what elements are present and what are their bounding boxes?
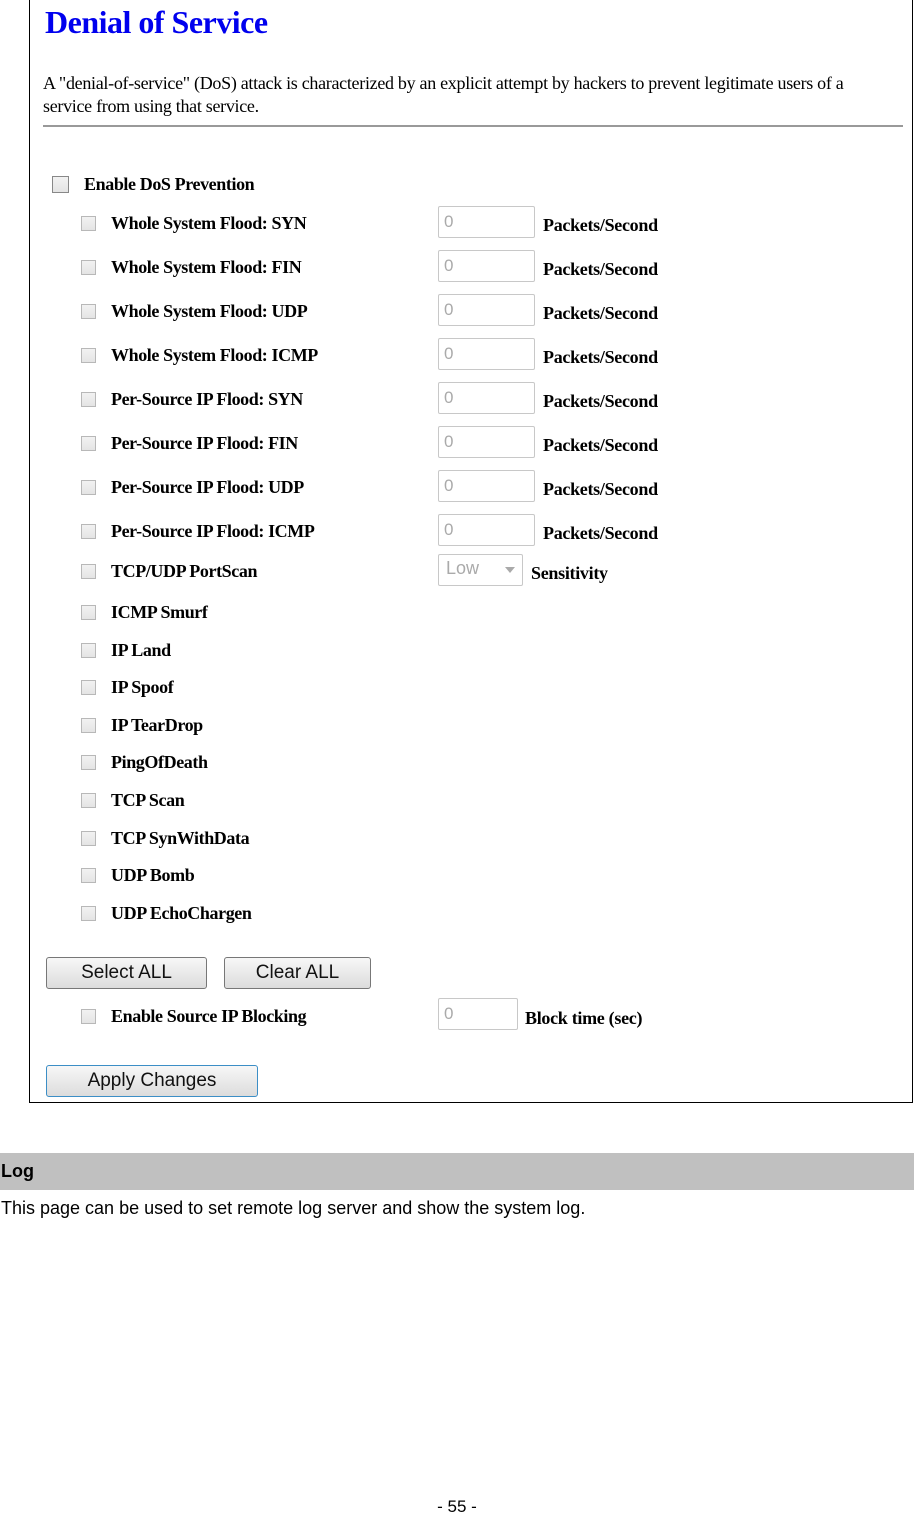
attack-label: IP TearDrop <box>111 714 203 735</box>
flood-checkbox[interactable] <box>81 524 96 539</box>
flood-row: Per-Source IP Flood: ICMP Packets/Second <box>30 514 910 548</box>
attack-row: IP Spoof <box>30 674 910 704</box>
attack-label: IP Spoof <box>111 677 174 698</box>
flood-threshold-input[interactable] <box>438 206 535 238</box>
source-ip-blocking-row: Enable Source IP Blocking Block time (se… <box>30 998 910 1033</box>
flood-row: Whole System Flood: FIN Packets/Second <box>30 250 910 284</box>
log-description: This page can be used to set remote log … <box>1 1198 586 1218</box>
attack-row: IP TearDrop <box>30 712 910 742</box>
flood-checkbox[interactable] <box>81 304 96 319</box>
flood-threshold-input[interactable] <box>438 250 535 282</box>
attack-label: UDP EchoChargen <box>111 902 252 923</box>
dos-screenshot: Denial of Service A "denial-of-service" … <box>29 0 913 1103</box>
flood-label: Whole System Flood: ICMP <box>111 345 318 365</box>
flood-row: Per-Source IP Flood: SYN Packets/Second <box>30 382 910 416</box>
flood-checkbox[interactable] <box>81 260 96 275</box>
enable-dos-label: Enable DoS Prevention <box>84 174 255 194</box>
attack-label: IP Land <box>111 639 171 660</box>
attack-label: UDP Bomb <box>111 865 195 886</box>
flood-label: Whole System Flood: SYN <box>111 213 307 233</box>
attack-label: ICMP Smurf <box>111 602 208 622</box>
flood-unit: Packets/Second <box>543 259 658 279</box>
flood-unit: Packets/Second <box>543 435 658 455</box>
portscan-row: TCP/UDP PortScan Low Sensitivity <box>30 554 910 588</box>
clear-all-button[interactable]: Clear ALL <box>224 957 371 989</box>
attack-checkbox[interactable] <box>81 868 96 884</box>
source-ip-blocking-checkbox[interactable] <box>81 1009 96 1024</box>
flood-unit: Packets/Second <box>543 479 658 499</box>
flood-checkbox[interactable] <box>81 348 96 363</box>
flood-label: Per-Source IP Flood: UDP <box>111 477 304 497</box>
flood-label: Per-Source IP Flood: SYN <box>111 389 303 409</box>
attack-row: UDP EchoChargen <box>30 900 910 930</box>
block-time-unit: Block time (sec) <box>525 1008 643 1028</box>
flood-unit: Packets/Second <box>543 303 658 323</box>
flood-threshold-input[interactable] <box>438 294 535 326</box>
flood-checkbox[interactable] <box>81 480 96 495</box>
flood-row: Per-Source IP Flood: UDP Packets/Second <box>30 470 910 504</box>
block-time-input[interactable] <box>438 998 518 1030</box>
flood-threshold-input[interactable] <box>438 382 535 414</box>
enable-dos-row: Enable DoS Prevention <box>30 172 910 202</box>
attack-checkbox[interactable] <box>81 642 96 658</box>
flood-row: Whole System Flood: ICMP Packets/Second <box>30 338 910 372</box>
select-all-button[interactable]: Select ALL <box>46 957 207 989</box>
attack-checkbox[interactable] <box>81 793 96 808</box>
flood-unit: Packets/Second <box>543 347 658 367</box>
source-ip-blocking-label: Enable Source IP Blocking <box>111 1006 307 1026</box>
flood-threshold-input[interactable] <box>438 338 535 370</box>
flood-unit: Packets/Second <box>543 215 658 235</box>
enable-dos-checkbox[interactable] <box>52 176 69 193</box>
attack-checkbox[interactable] <box>81 680 96 696</box>
apply-changes-button[interactable]: Apply Changes <box>46 1065 258 1097</box>
attack-label: TCP Scan <box>111 790 185 810</box>
log-section-header: Log <box>0 1153 914 1190</box>
attack-checkbox[interactable] <box>81 717 96 733</box>
sensitivity-value: Low <box>446 558 480 578</box>
flood-unit: Packets/Second <box>543 391 658 411</box>
attack-checkbox[interactable] <box>81 605 96 620</box>
flood-row: Whole System Flood: UDP Packets/Second <box>30 294 910 328</box>
sensitivity-label: Sensitivity <box>531 563 608 583</box>
chevron-down-icon <box>505 567 515 573</box>
flood-row: Whole System Flood: SYN Packets/Second <box>30 206 910 240</box>
divider <box>43 125 903 127</box>
dos-description: A "denial-of-service" (DoS) attack is ch… <box>43 73 844 116</box>
attack-label: PingOfDeath <box>111 752 208 773</box>
attack-row: PingOfDeath <box>30 749 910 779</box>
flood-unit: Packets/Second <box>543 523 658 543</box>
attack-checkbox[interactable] <box>81 905 96 921</box>
attack-row: ICMP Smurf <box>30 599 910 629</box>
page-number: - 55 - <box>437 1497 477 1516</box>
attack-row: TCP Scan <box>30 787 910 817</box>
sensitivity-select[interactable]: Low <box>438 554 523 586</box>
flood-checkbox[interactable] <box>81 436 96 451</box>
attack-checkbox[interactable] <box>81 830 96 846</box>
attack-row: IP Land <box>30 637 910 667</box>
portscan-label: TCP/UDP PortScan <box>111 561 258 581</box>
flood-label: Whole System Flood: FIN <box>111 257 302 277</box>
log-heading: Log <box>1 1161 34 1181</box>
attack-label: TCP SynWithData <box>111 827 250 848</box>
flood-row: Per-Source IP Flood: FIN Packets/Second <box>30 426 910 460</box>
attack-checkbox[interactable] <box>81 755 96 771</box>
attack-row: TCP SynWithData <box>30 825 910 855</box>
flood-threshold-input[interactable] <box>438 426 535 458</box>
flood-checkbox[interactable] <box>81 216 96 231</box>
flood-checkbox[interactable] <box>81 392 96 407</box>
page-title: Denial of Service <box>45 4 268 40</box>
flood-label: Per-Source IP Flood: FIN <box>111 433 298 453</box>
portscan-checkbox[interactable] <box>81 564 96 579</box>
flood-threshold-input[interactable] <box>438 514 535 546</box>
flood-label: Whole System Flood: UDP <box>111 301 308 321</box>
flood-threshold-input[interactable] <box>438 470 535 502</box>
flood-label: Per-Source IP Flood: ICMP <box>111 521 315 541</box>
attack-row: UDP Bomb <box>30 862 910 892</box>
